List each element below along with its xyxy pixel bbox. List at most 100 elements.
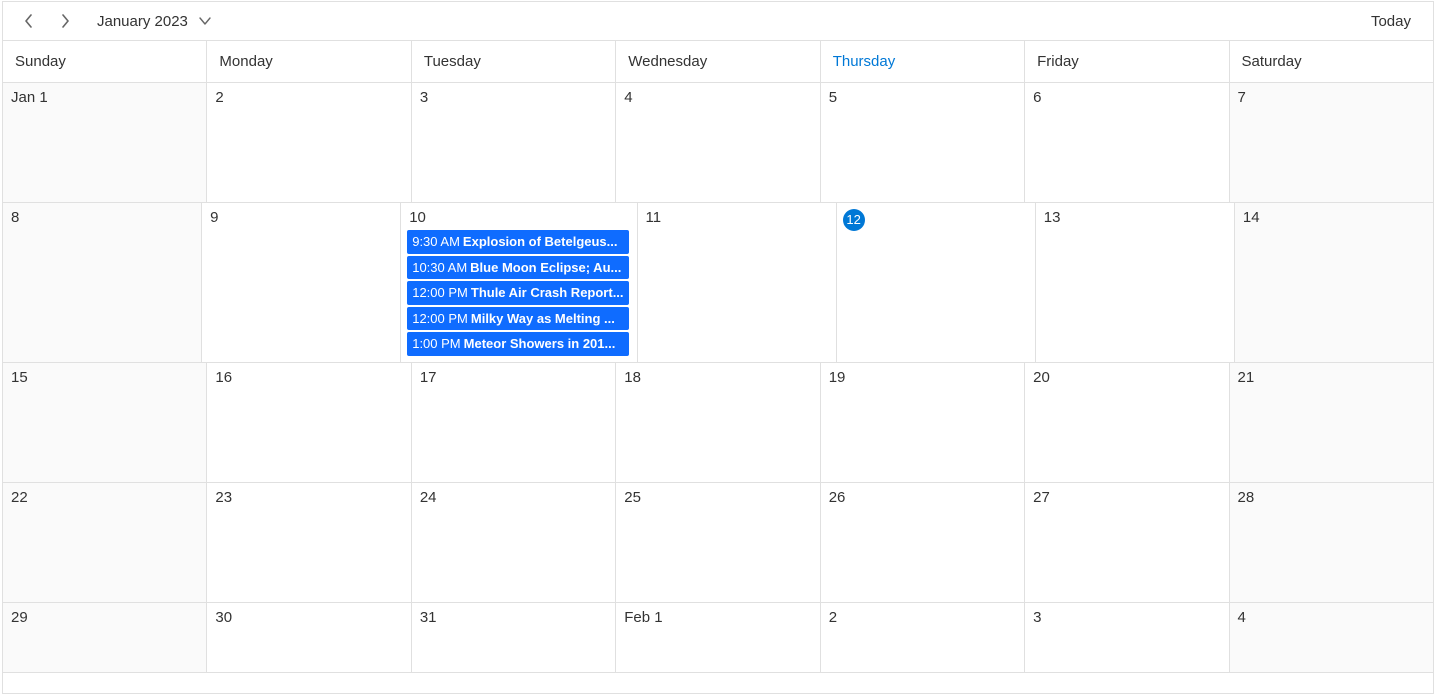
day-cell[interactable]: 11 — [638, 203, 837, 362]
dow-cell-friday: Friday — [1025, 41, 1229, 82]
dow-cell-tuesday: Tuesday — [412, 41, 616, 82]
date-range-picker[interactable]: January 2023 — [89, 5, 220, 37]
calendar-event[interactable]: 12:00 PMThule Air Crash Report... — [407, 281, 628, 305]
date-label: 14 — [1243, 209, 1260, 226]
day-cell[interactable]: 28 — [1230, 483, 1433, 602]
calendar-event[interactable]: 12:00 PMMilky Way as Melting ... — [407, 307, 628, 331]
day-cell[interactable]: 3 — [412, 83, 616, 202]
event-title: Meteor Showers in 201... — [464, 336, 616, 351]
date-label: Jan 1 — [11, 89, 48, 106]
day-cell[interactable]: 9 — [202, 203, 401, 362]
date-label: 6 — [1033, 89, 1041, 106]
date-label: 9 — [210, 209, 218, 226]
date-label: 3 — [1033, 609, 1041, 626]
date-label: Feb 1 — [624, 609, 662, 626]
date-label: 21 — [1238, 369, 1255, 386]
dow-cell-saturday: Saturday — [1230, 41, 1433, 82]
date-label: 29 — [11, 609, 28, 626]
day-of-week-header: SundayMondayTuesdayWednesdayThursdayFrid… — [3, 41, 1433, 83]
day-cell[interactable]: 31 — [412, 603, 616, 672]
dow-cell-sunday: Sunday — [3, 41, 207, 82]
day-cell[interactable]: 4 — [616, 83, 820, 202]
day-cell[interactable]: 24 — [412, 483, 616, 602]
date-label: 11 — [646, 209, 662, 226]
date-label: 25 — [624, 489, 641, 506]
date-label: 31 — [420, 609, 437, 626]
date-label: 3 — [420, 89, 428, 106]
day-cell[interactable]: 14 — [1235, 203, 1433, 362]
today-button[interactable]: Today — [1357, 5, 1425, 37]
date-label: 2 — [215, 89, 223, 106]
day-cell[interactable]: 12 — [837, 203, 1036, 362]
day-cell[interactable]: 2 — [821, 603, 1025, 672]
week-row: Jan 1 2 3 4 5 6 7 — [3, 83, 1433, 203]
date-label: 4 — [1238, 609, 1246, 626]
day-cell[interactable]: 8 — [3, 203, 202, 362]
day-cell[interactable]: 7 — [1230, 83, 1433, 202]
date-label: 26 — [829, 489, 846, 506]
day-cell[interactable]: 5 — [821, 83, 1025, 202]
day-cell[interactable]: 13 — [1036, 203, 1235, 362]
week-row: 8 9 10 9:30 AMExplosion of Betelgeus...10:3… — [3, 203, 1433, 363]
calendar-grid[interactable]: Jan 123456789109:30 AMExplosion of Betel… — [3, 83, 1433, 693]
date-label: 28 — [1238, 489, 1255, 506]
day-cell[interactable]: 16 — [207, 363, 411, 482]
date-label: 27 — [1033, 489, 1050, 506]
today-button-label: Today — [1371, 13, 1411, 30]
date-label: 7 — [1238, 89, 1246, 106]
day-cell[interactable]: 30 — [207, 603, 411, 672]
day-cell[interactable]: 23 — [207, 483, 411, 602]
day-cell[interactable]: 18 — [616, 363, 820, 482]
date-range-label: January 2023 — [97, 13, 188, 30]
date-label: 23 — [215, 489, 232, 506]
date-label: 10 — [409, 209, 426, 226]
day-cell[interactable]: 3 — [1025, 603, 1229, 672]
dow-cell-thursday: Thursday — [821, 41, 1025, 82]
event-time: 1:00 PM — [412, 336, 460, 351]
day-cell[interactable]: 2 — [207, 83, 411, 202]
day-cell[interactable]: Feb 1 — [616, 603, 820, 672]
event-time: 12:00 PM — [412, 311, 468, 326]
day-cell[interactable]: 25 — [616, 483, 820, 602]
calendar-event[interactable]: 9:30 AMExplosion of Betelgeus... — [407, 230, 628, 254]
date-label: 5 — [829, 89, 837, 106]
week-row: 22 23 24 25 26 27 28 — [3, 483, 1433, 603]
day-cell[interactable]: 17 — [412, 363, 616, 482]
event-title: Explosion of Betelgeus... — [463, 234, 618, 249]
event-title: Blue Moon Eclipse; Au... — [470, 260, 621, 275]
event-title: Thule Air Crash Report... — [471, 285, 624, 300]
event-time: 12:00 PM — [412, 285, 468, 300]
prev-button[interactable] — [11, 5, 47, 37]
day-cell[interactable]: 10 9:30 AMExplosion of Betelgeus...10:30 … — [401, 203, 637, 362]
day-cell[interactable]: 29 — [3, 603, 207, 672]
date-label: 22 — [11, 489, 28, 506]
day-cell[interactable]: 27 — [1025, 483, 1229, 602]
day-cell[interactable]: 4 — [1230, 603, 1433, 672]
week-row: 15 16 17 18 19 20 21 — [3, 363, 1433, 483]
day-cell[interactable]: 6 — [1025, 83, 1229, 202]
next-button[interactable] — [47, 5, 83, 37]
day-cell[interactable]: 19 — [821, 363, 1025, 482]
day-cell[interactable]: 15 — [3, 363, 207, 482]
day-cell[interactable]: 22 — [3, 483, 207, 602]
day-cell[interactable]: 21 — [1230, 363, 1433, 482]
date-label: 8 — [11, 209, 19, 226]
event-title: Milky Way as Melting ... — [471, 311, 615, 326]
calendar: January 2023 Today SundayMondayTuesdayWe… — [2, 1, 1434, 694]
calendar-event[interactable]: 1:00 PM Meteor Showers in 201... — [407, 332, 628, 356]
calendar-event[interactable]: 10:30 AMBlue Moon Eclipse; Au... — [407, 256, 628, 280]
date-label: 20 — [1033, 369, 1050, 386]
day-cell[interactable]: 20 — [1025, 363, 1229, 482]
date-label: 15 — [11, 369, 28, 386]
date-label: 17 — [420, 369, 437, 386]
today-date-label: 12 — [843, 209, 865, 231]
dow-cell-wednesday: Wednesday — [616, 41, 820, 82]
dow-cell-monday: Monday — [207, 41, 411, 82]
date-label: 30 — [215, 609, 232, 626]
day-cell[interactable]: Jan 1 — [3, 83, 207, 202]
day-cell[interactable]: 26 — [821, 483, 1025, 602]
date-label: 2 — [829, 609, 837, 626]
date-label: 18 — [624, 369, 641, 386]
date-label: 16 — [215, 369, 232, 386]
date-label: 4 — [624, 89, 632, 106]
